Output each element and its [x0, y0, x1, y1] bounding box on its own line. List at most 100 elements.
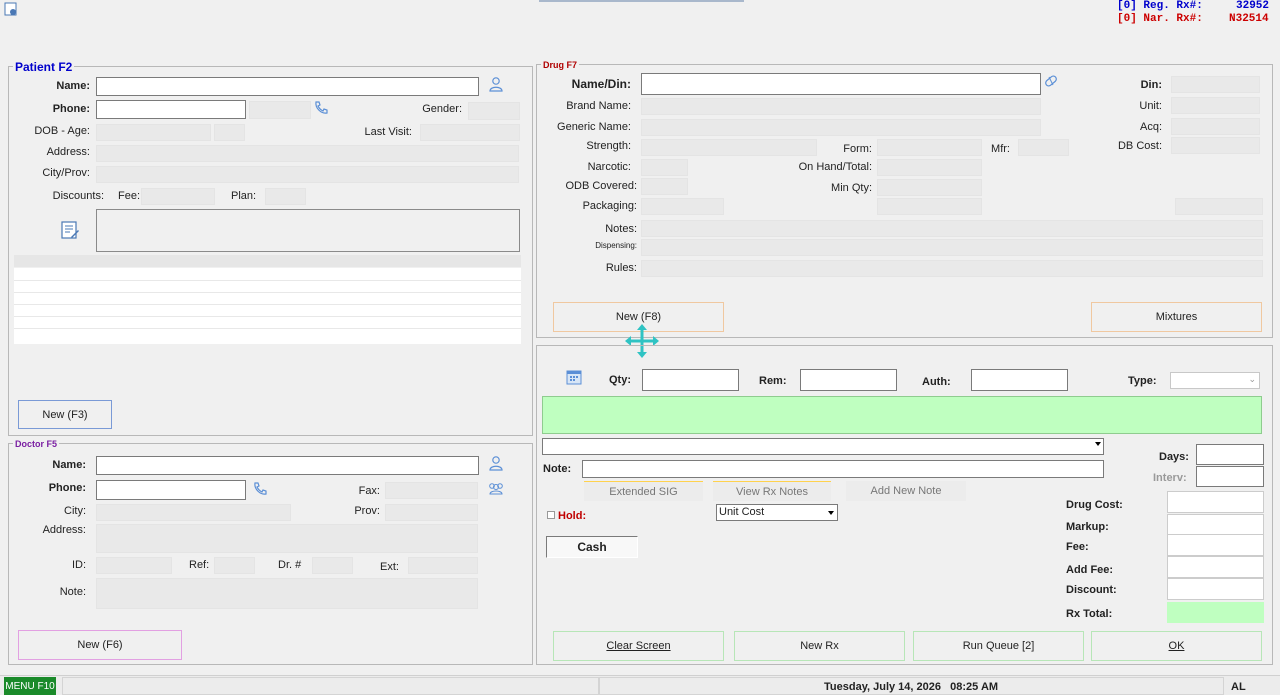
cost-select[interactable]: Unit Cost — [716, 504, 838, 521]
sig-bar[interactable] — [542, 396, 1262, 434]
days-input[interactable] — [1196, 444, 1264, 465]
doctor-id-field — [96, 557, 172, 574]
app-icon[interactable] — [4, 2, 18, 16]
doctor-new-button[interactable]: New (F6) — [18, 630, 182, 660]
hold-checkbox[interactable] — [547, 511, 555, 519]
mixtures-button[interactable]: Mixtures — [1091, 302, 1262, 332]
sig-select[interactable] — [542, 438, 1104, 455]
status-section-1 — [62, 677, 599, 695]
calendar-icon[interactable] — [566, 369, 582, 385]
patient-name-input[interactable] — [96, 77, 479, 96]
rx-note-label: Note: — [543, 463, 572, 475]
drug-unit-label: Unit: — [1139, 100, 1162, 112]
doctor-address-field — [96, 524, 478, 553]
doctor-fax-field — [385, 482, 478, 499]
discount-input[interactable] — [1167, 578, 1264, 600]
patient-gender-field — [468, 102, 520, 120]
doctor-phone-input[interactable] — [96, 480, 246, 500]
interv-input[interactable] — [1196, 466, 1264, 487]
drug-dbcost-label: DB Cost: — [1117, 140, 1162, 152]
drug-unit-field — [1171, 97, 1260, 114]
drug-din-label: Din: — [1140, 79, 1162, 91]
menu-button[interactable]: MENU F10 — [4, 677, 56, 695]
run-queue-button[interactable]: Run Queue [2] — [913, 631, 1084, 661]
hold-label: Hold: — [558, 510, 587, 522]
drug-packaging-field-2 — [877, 198, 982, 215]
patient-gender-label: Gender: — [422, 103, 462, 115]
patient-dob-field — [96, 124, 211, 141]
rem-input[interactable] — [800, 369, 897, 391]
patient-plan-label: Plan: — [231, 190, 257, 202]
clear-screen-button[interactable]: Clear Screen — [553, 631, 724, 661]
patient-notes-icon[interactable] — [60, 220, 80, 240]
patient-list-header — [14, 255, 521, 267]
patient-last-visit-label: Last Visit: — [364, 126, 413, 138]
chevron-down-icon: ⌄ — [1248, 374, 1256, 384]
patient-fee-label: Fee: — [118, 190, 141, 202]
reg-rx-value: 32952 — [1236, 0, 1270, 12]
ok-button[interactable]: OK — [1091, 631, 1262, 661]
reg-rx-label: [0] Reg. Rx#: — [1117, 0, 1203, 12]
rx-total-label: Rx Total: — [1066, 608, 1113, 620]
drug-pill-icon[interactable] — [1043, 73, 1059, 89]
drug-narcotic-field — [641, 159, 688, 176]
drug-form-field — [877, 139, 982, 156]
nar-rx-label: [0] Nar. Rx#: — [1117, 13, 1203, 25]
doctor-dr-number-label: Dr. # — [278, 559, 302, 571]
drug-acq-label: Acq: — [1139, 121, 1162, 133]
drug-packaging-field — [641, 198, 724, 215]
cash-button[interactable]: Cash — [546, 536, 638, 558]
extended-sig-button[interactable]: Extended SIG — [584, 481, 703, 501]
qty-label: Qty: — [609, 374, 631, 386]
drug-strength-field — [641, 139, 817, 156]
doctor-note-field — [96, 578, 478, 609]
markup-input[interactable] — [1167, 514, 1264, 536]
drug-cost-label: Drug Cost: — [1066, 499, 1123, 511]
drug-generic-field — [641, 119, 1041, 136]
doctor-fax-label: Fax: — [358, 485, 380, 497]
drug-form-label: Form: — [843, 143, 872, 155]
drug-brand-field — [641, 98, 1041, 115]
drug-onhand-field — [877, 159, 982, 176]
add-fee-input[interactable] — [1167, 556, 1264, 578]
new-rx-button[interactable]: New Rx — [734, 631, 905, 661]
drug-notes-field — [641, 220, 1263, 237]
view-rx-notes-button[interactable]: View Rx Notes — [713, 481, 831, 501]
fee-input[interactable] — [1167, 534, 1264, 556]
patient-phone-icon[interactable] — [313, 100, 329, 116]
add-new-note-button[interactable]: Add New Note — [846, 481, 966, 501]
doctor-prov-field — [385, 504, 478, 521]
drug-rules-field — [641, 260, 1263, 277]
rx-note-input[interactable] — [582, 460, 1104, 478]
patient-discounts-label: Discounts: — [52, 190, 104, 202]
doctor-ref-field — [214, 557, 255, 574]
drug-narcotic-label: Narcotic: — [587, 161, 631, 173]
rx-total-field — [1167, 602, 1264, 623]
drug-brand-label: Brand Name: — [566, 100, 631, 112]
patient-history-list[interactable] — [14, 268, 521, 344]
drug-cost-input[interactable] — [1167, 491, 1264, 513]
patient-phone-input[interactable] — [96, 100, 246, 119]
qty-input[interactable] — [642, 369, 739, 391]
doctor-address-label: Address: — [42, 524, 86, 536]
doctor-phone-icon[interactable] — [252, 481, 268, 497]
patient-new-button[interactable]: New (F3) — [18, 400, 112, 429]
patient-notes-box[interactable] — [96, 209, 520, 252]
doctor-person-icon[interactable] — [488, 455, 504, 471]
patient-address-label: Address: — [46, 146, 90, 158]
doctor-name-input[interactable] — [96, 456, 479, 475]
drug-generic-label: Generic Name: — [557, 121, 631, 133]
drug-namedin-input[interactable] — [641, 73, 1041, 95]
doctor-id-label: ID: — [71, 559, 86, 571]
drug-packaging-field-3 — [1175, 198, 1263, 215]
doctor-ext-label: Ext: — [380, 561, 399, 573]
patient-panel-title: Patient F2 — [13, 60, 75, 74]
fee-label: Fee: — [1066, 541, 1089, 553]
doctor-panel-title: Doctor F5 — [13, 439, 60, 449]
add-fee-label: Add Fee: — [1066, 564, 1114, 576]
type-select[interactable]: ⌄ — [1170, 372, 1260, 389]
auth-input[interactable] — [971, 369, 1068, 391]
patient-person-icon[interactable] — [488, 76, 504, 92]
doctor-group-icon[interactable] — [487, 481, 505, 497]
doctor-prov-label: Prov: — [354, 505, 380, 517]
